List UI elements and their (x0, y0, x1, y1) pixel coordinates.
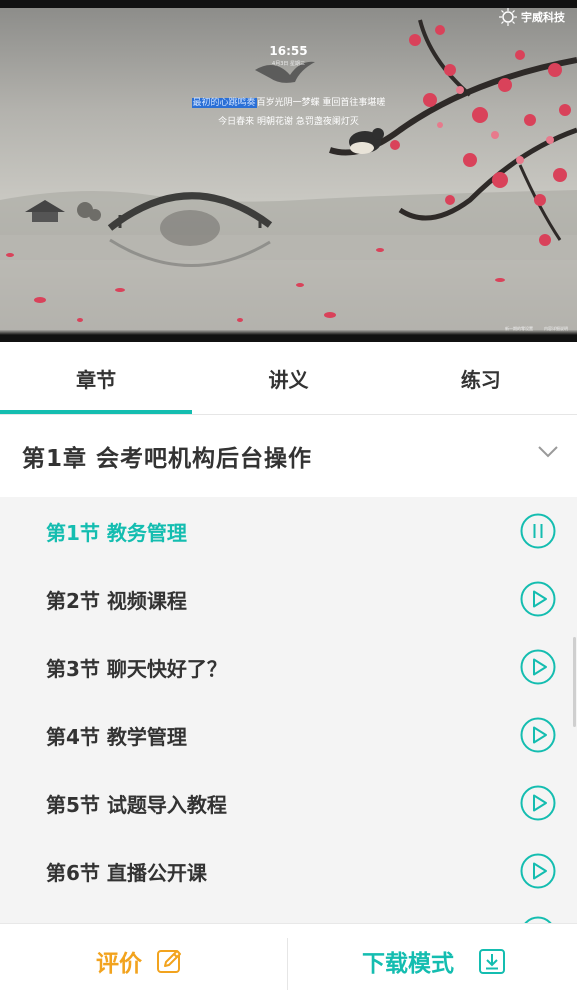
download-icon (479, 949, 505, 974)
download-label: 下载模式 (362, 951, 454, 977)
poem-highlight: 最初的心跳鸣奏 (191, 98, 257, 108)
video-poem-line1: 最初的心跳鸣奏百岁光阴一梦蝶 重回首往事堪嗟 (0, 95, 577, 108)
play-icon[interactable] (520, 581, 556, 617)
list-item[interactable]: 第4节 教学管理 (0, 701, 577, 769)
list-item[interactable]: 第3节 聊天快好了？ (0, 633, 577, 701)
tab-chapters[interactable]: 章节 (0, 342, 193, 414)
section-label: 第1节 教务管理 (46, 520, 187, 545)
section-label: 第4节 教学管理 (46, 724, 187, 749)
play-icon[interactable] (520, 853, 556, 889)
tab-bar: 章节 讲义 练习 (0, 342, 577, 414)
pause-icon[interactable] (520, 513, 556, 549)
brand-name: 宇威科技 (521, 11, 565, 24)
section-label: 第6节 直播公开课 (46, 860, 207, 885)
section-label: 第2节 视频课程 (46, 588, 187, 613)
tab-exercises[interactable]: 练习 (385, 342, 577, 414)
rate-label: 评价 (96, 951, 142, 977)
chapter-title: 第1章 会考吧机构后台操作 (22, 446, 313, 472)
rate-button[interactable]: 评价 (96, 944, 184, 978)
list-item[interactable]: 第1节 教务管理 (0, 497, 577, 565)
video-player[interactable]: 宇威科技 16:55 4月3日 星期三 最初的心跳鸣奏百岁光阴一梦蝶 重回首往事… (0, 0, 577, 342)
video-corner-left: 新一期的零设置 (505, 326, 533, 331)
play-icon[interactable] (520, 785, 556, 821)
video-poem-line2: 今日春来 明朝花谢 急罚盏夜阑灯灭 (218, 117, 359, 127)
section-label: 第5节 试题导入教程 (46, 792, 227, 817)
chevron-down-icon[interactable] (537, 445, 559, 459)
list-item[interactable]: 第2节 视频课程 (0, 565, 577, 633)
brand-logo-icon (499, 8, 517, 26)
brand-watermark: 宇威科技 (499, 8, 565, 26)
video-clock: 16:55 (269, 44, 308, 58)
tab-handouts[interactable]: 讲义 (192, 342, 384, 414)
download-mode-button[interactable]: 下载模式 (362, 944, 506, 978)
edit-icon (157, 950, 181, 973)
bottom-action-bar: 评价 下载模式 (0, 923, 577, 1003)
section-list[interactable]: 第1节 教务管理 第2节 视频课程 第3节 聊天快好了？ 第4节 教学管理 第5… (0, 497, 577, 923)
play-icon[interactable] (520, 649, 556, 685)
play-icon[interactable] (520, 916, 556, 923)
bottom-divider (287, 938, 288, 990)
section-label: 第3节 聊天快好了？ (46, 656, 227, 681)
list-scrollbar[interactable] (573, 637, 576, 727)
video-date: 4月3日 星期三 (272, 61, 305, 67)
play-icon[interactable] (520, 717, 556, 753)
list-item[interactable]: 第5节 试题导入教程 (0, 769, 577, 837)
poem-rest: 百岁光阴一梦蝶 重回首往事堪嗟 (256, 98, 386, 108)
chapter-header[interactable]: 第1章 会考吧机构后台操作 (0, 415, 577, 497)
list-item[interactable]: 第6节 直播公开课 (0, 837, 577, 905)
video-corner-right: 内容详细说明 (544, 326, 568, 331)
